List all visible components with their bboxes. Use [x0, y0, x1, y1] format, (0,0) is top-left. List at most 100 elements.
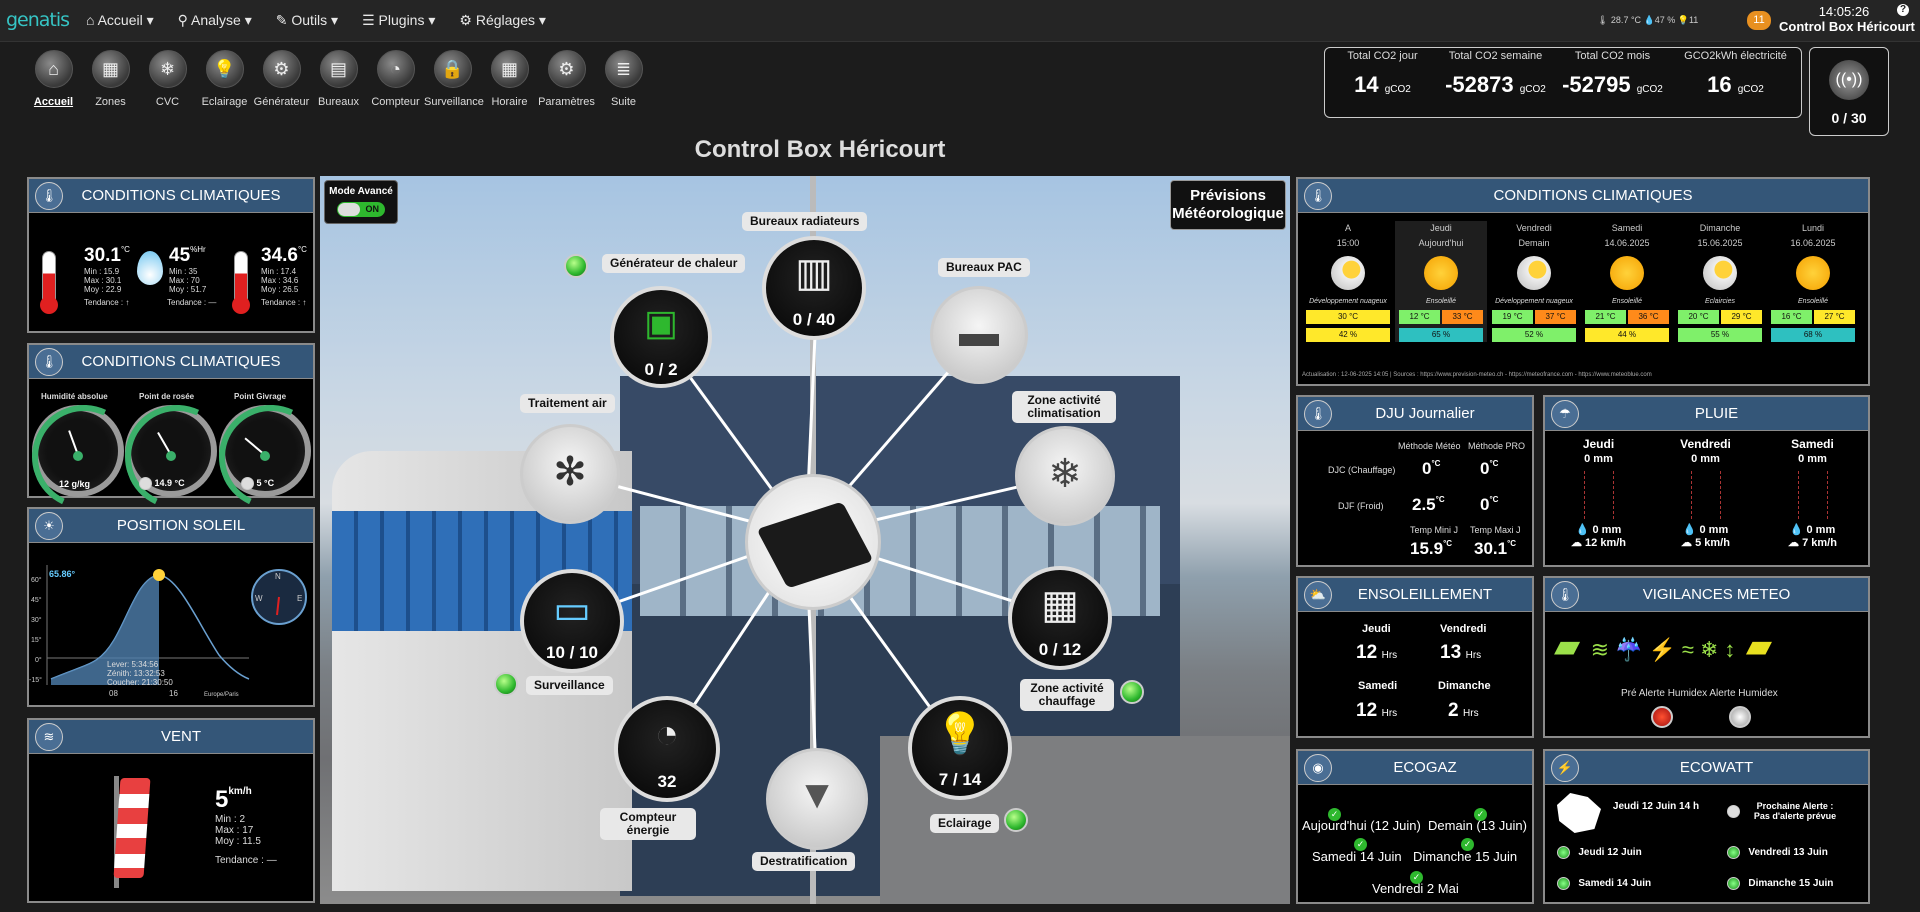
toolbar-label: Compteur: [371, 96, 420, 108]
toolbar-label: Zones: [95, 96, 126, 108]
toolbar-label: Horaire: [491, 96, 528, 108]
boiler-icon: ▣: [643, 302, 678, 343]
sunshine-panel: ⛅ ENSOLEILLEMENT Jeudi Vendredi 12 Hrs 13…: [1296, 576, 1534, 738]
y-tick: 30°: [31, 616, 42, 624]
toolbar-accueil[interactable]: ⌂ Accueil: [25, 50, 82, 108]
menu-accueil[interactable]: ⌂ Accueil ▾: [86, 12, 154, 29]
node-lighting[interactable]: 💡 7 / 14: [908, 696, 1012, 800]
site-synoptic: Mode Avancé ON Prévisions Météorologique …: [320, 176, 1290, 904]
toolbar-zones[interactable]: ▦ Zones: [82, 50, 139, 108]
fan-icon: ✻: [553, 450, 587, 494]
svg-text:Coucher: 21:30:50: Coucher: 21:30:50: [107, 678, 173, 687]
y-tick: 0°: [35, 656, 42, 664]
main-menu: ⌂ Accueil ▾ ⚲ Analyse ▾ ✎ Outils ▾ ☰ Plu…: [86, 12, 546, 29]
wind-icon: ≋: [35, 722, 63, 751]
co2-day: Total CO2 jour 14 gCO2: [1347, 50, 1418, 97]
menu-plugins[interactable]: ☰ Plugins ▾: [362, 12, 435, 29]
node-energy-meter[interactable]: ◔ 32: [614, 696, 720, 802]
status-led: [494, 672, 518, 696]
node-cooling-zone[interactable]: ❄: [1015, 426, 1115, 526]
toolbar-cvc[interactable]: ❄ CVC: [139, 50, 196, 108]
toolbar-paramètres[interactable]: ⚙ Paramètres: [538, 50, 595, 108]
office-icon: ▤: [319, 50, 358, 88]
bridge-status[interactable]: ((•)) 0 / 30: [1809, 47, 1889, 136]
label-office-pac: Bureaux PAC: [938, 258, 1030, 277]
toolbar-suite[interactable]: ≣ Suite: [595, 50, 652, 108]
node-air-treatment[interactable]: ✻: [520, 424, 620, 524]
svg-text:16: 16: [169, 689, 178, 698]
page-title: Control Box Héricourt: [694, 136, 946, 163]
label-office-radiators: Bureaux radiateurs: [742, 212, 868, 231]
rain-icon: ☔: [1615, 637, 1643, 662]
sun-marker: [153, 569, 165, 581]
menu-outils[interactable]: ✎ Outils ▾: [276, 12, 338, 29]
svg-text:08: 08: [109, 689, 118, 698]
status-led: [564, 254, 588, 278]
svg-text:Europe/Paris: Europe/Paris: [204, 692, 239, 698]
storm-icon: ⚡: [1648, 637, 1676, 662]
toolbar-compteur[interactable]: ◔ Compteur: [367, 50, 424, 108]
toolbar-label: Suite: [610, 96, 637, 108]
svg-text:Zénith: 13:32:53: Zénith: 13:32:53: [107, 669, 165, 678]
label-heating-zone: Zone activité chauffage: [1020, 679, 1114, 711]
svg-text:N: N: [275, 572, 281, 581]
toolbar-label: Bureaux: [318, 96, 359, 108]
y-tick: 15°: [31, 636, 42, 644]
node-office-pac[interactable]: ▬: [930, 286, 1028, 384]
climate-gauges-panel: 🌡 CONDITIONS CLIMATIQUES Humidité absolue…: [27, 343, 315, 498]
weather-forecast-button[interactable]: Prévisions Météorologique: [1170, 180, 1286, 230]
alert-icons: ▰ ≋ ☔ ⚡ ≈ ❄ ↕ ▰: [1551, 626, 1775, 666]
advanced-mode-toggle[interactable]: Mode Avancé ON: [324, 180, 398, 224]
windsock-icon: [113, 778, 151, 878]
ecogaz-panel: ◉ ECOGAZ ✓ ✓ Aujourd'hui (12 Juin) Demain…: [1296, 749, 1534, 904]
toolbar-bureaux[interactable]: ▤ Bureaux: [310, 50, 367, 108]
svg-text:E: E: [297, 594, 302, 603]
toolbar-label: Accueil: [33, 96, 74, 108]
toolbar-surveillance[interactable]: 🔒 Surveillance: [424, 50, 484, 108]
help-icon[interactable]: ?: [1897, 4, 1909, 16]
co2-summary: Total CO2 jour 14 gCO2 Total CO2 semaine -…: [1324, 47, 1802, 118]
gas-icon: ◉: [1304, 753, 1332, 782]
heater-icon: ▦: [1041, 583, 1079, 627]
sun-position-panel: ☀ POSITION SOLEIL 60° 45° 30° 15° 0° -15° 65.8…: [27, 507, 315, 707]
home-icon: ⌂: [34, 50, 73, 88]
compass-icon: N W E: [251, 569, 307, 625]
node-heating-zone[interactable]: ▦ 0 / 12: [1008, 566, 1112, 670]
forecast-day: Vendredi Demain Développement nuageux 19 °C…: [1488, 221, 1580, 342]
rain-day: Samedi 0 mm 💧 0 mm ☁ 7 km/h: [1788, 437, 1837, 549]
svg-text:Lever: 5:34:56: Lever: 5:34:56: [107, 660, 159, 669]
thermometer-icon: 🌡: [1304, 399, 1332, 428]
stack-icon: ≣: [604, 50, 643, 88]
pre-alert-led: [1651, 706, 1673, 728]
heat-icon: ↕: [1724, 637, 1736, 662]
menu-analyse[interactable]: ⚲ Analyse ▾: [178, 12, 252, 29]
node-destratification[interactable]: ▼: [766, 748, 868, 850]
rain-gauge: [1690, 471, 1721, 519]
toolbar-horaire[interactable]: ▦ Horaire: [481, 50, 538, 108]
y-tick: 45°: [31, 596, 42, 604]
gears-icon: ⚙: [547, 50, 586, 88]
node-office-radiators[interactable]: ▥ 0 / 40: [762, 236, 866, 340]
forecast-footer: Actualisation : 12-06-2025 14:05 | Sourc…: [1302, 372, 1652, 378]
forecast-grid: A 15:00 Développement nuageux 30 °C 42 % Jeud…: [1302, 221, 1864, 361]
logo[interactable]: genatis: [6, 9, 70, 31]
toolbar-eclairage[interactable]: 💡 Eclairage: [196, 50, 253, 108]
notification-badge[interactable]: 11: [1747, 11, 1771, 30]
toolbar-label: Eclairage: [201, 96, 248, 108]
top-navbar: genatis ⌂ Accueil ▾ ⚲ Analyse ▾ ✎ Outils…: [0, 0, 1920, 42]
rain-day: Vendredi 0 mm 💧 0 mm ☁ 5 km/h: [1680, 437, 1731, 549]
sun-chart: 60° 45° 30° 15° 0° -15° 65.86° Lever: 5:34:56…: [29, 565, 307, 698]
water-drop-icon: [137, 251, 163, 285]
site-name: Control Box Héricourt: [1779, 19, 1915, 34]
weather-alerts-panel: 🌡 VIGILANCES METEO ▰ ≋ ☔ ⚡ ≈ ❄ ↕ ▰ Pré Alerte …: [1543, 576, 1870, 738]
forecast-day: A 15:00 Développement nuageux 30 °C 42 %: [1302, 221, 1394, 342]
control-box-hub[interactable]: [745, 474, 881, 610]
destratifier-icon: ▼: [797, 773, 837, 817]
node-surveillance[interactable]: ▭ 10 / 10: [520, 569, 624, 673]
wind-icon: ≋: [1590, 637, 1610, 662]
toolbar-générateur[interactable]: ⚙ Générateur: [253, 50, 310, 108]
menu-reglages[interactable]: ⚙ Réglages ▾: [459, 12, 546, 29]
status-led: [1120, 680, 1144, 704]
flood-icon: ≈: [1681, 637, 1694, 662]
node-generator[interactable]: ▣ 0 / 2: [610, 286, 712, 388]
